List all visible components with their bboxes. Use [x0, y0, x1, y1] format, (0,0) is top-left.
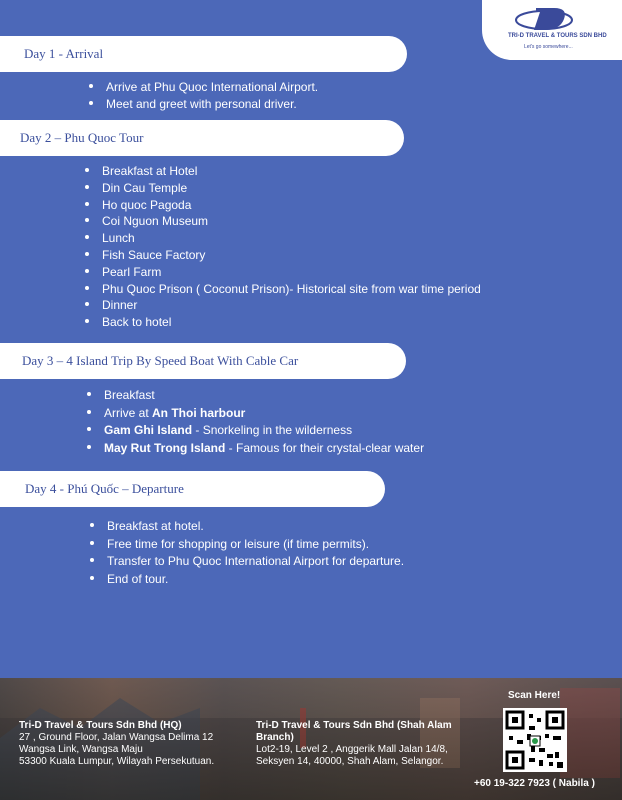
day-3-list: Breakfast Arrive at An Thoi harbour Gam … — [86, 387, 424, 458]
list-item: May Rut Trong Island - Famous for their … — [86, 440, 424, 458]
list-item: Arrive at An Thoi harbour — [86, 405, 424, 423]
brand-tagline: Let's go somewhere... — [524, 44, 573, 50]
hq-address: Tri-D Travel & Tours Sdn Bhd (HQ) 27 , G… — [19, 720, 215, 767]
list-item: Transfer to Phu Quoc International Airpo… — [89, 553, 404, 571]
day-1-title: Day 1 - Arrival — [24, 46, 104, 61]
day-1-list: Arrive at Phu Quoc International Airport… — [88, 79, 319, 113]
day-3-header: Day 3 – 4 Island Trip By Speed Boat With… — [0, 343, 406, 379]
list-item: Breakfast at Hotel — [85, 163, 481, 180]
list-item: Gam Ghi Island - Snorkeling in the wilde… — [86, 422, 424, 440]
list-item: Pearl Farm — [85, 264, 481, 281]
list-item: Coi Nguon Museum — [85, 213, 481, 230]
list-item: Arrive at Phu Quoc International Airport… — [88, 80, 319, 94]
day-4-list: Breakfast at hotel. Free time for shoppi… — [89, 518, 404, 589]
list-item: Breakfast at hotel. — [89, 518, 404, 536]
branch-address: Tri-D Travel & Tours Sdn Bhd (Shah Alam … — [256, 720, 452, 767]
day-4-header: Day 4 - Phú Quốc – Departure — [0, 471, 385, 507]
day-3-title: Day 3 – 4 Island Trip By Speed Boat With… — [22, 353, 299, 368]
tri-d-logo-icon — [515, 8, 573, 30]
list-item: Phu Quoc Prison ( Coconut Prison)- Histo… — [85, 281, 481, 296]
day-4-title: Day 4 - Phú Quốc – Departure — [25, 481, 184, 496]
qr-code-icon — [505, 710, 565, 770]
list-item: Back to hotel — [85, 314, 481, 331]
qr-code[interactable] — [503, 708, 567, 772]
list-item: Free time for shopping or leisure (if ti… — [89, 536, 404, 554]
day-2-list: Breakfast at Hotel Din Cau Temple Ho quo… — [85, 163, 481, 331]
qr-label: Scan Here! — [508, 690, 561, 701]
list-item: Fish Sauce Factory — [85, 247, 481, 264]
list-item: Dinner — [85, 297, 481, 314]
list-item: Din Cau Temple — [85, 180, 481, 197]
day-1-header: Day 1 - Arrival — [0, 36, 407, 72]
brand-name: TRI-D TRAVEL & TOURS SDN BHD — [508, 33, 607, 39]
day-2-header: Day 2 – Phu Quoc Tour — [0, 120, 404, 156]
list-item: Ho quoc Pagoda — [85, 197, 481, 214]
list-item: End of tour. — [89, 571, 404, 589]
list-item: Lunch — [85, 230, 481, 247]
day-2-title: Day 2 – Phu Quoc Tour — [20, 130, 144, 145]
brand-logo: TRI-D TRAVEL & TOURS SDN BHD Let's go so… — [482, 0, 622, 60]
list-item: Breakfast — [86, 387, 424, 405]
list-item: Meet and greet with personal driver. — [88, 96, 318, 113]
contact-phone: +60 19-322 7923 ( Nabila ) — [474, 778, 595, 789]
